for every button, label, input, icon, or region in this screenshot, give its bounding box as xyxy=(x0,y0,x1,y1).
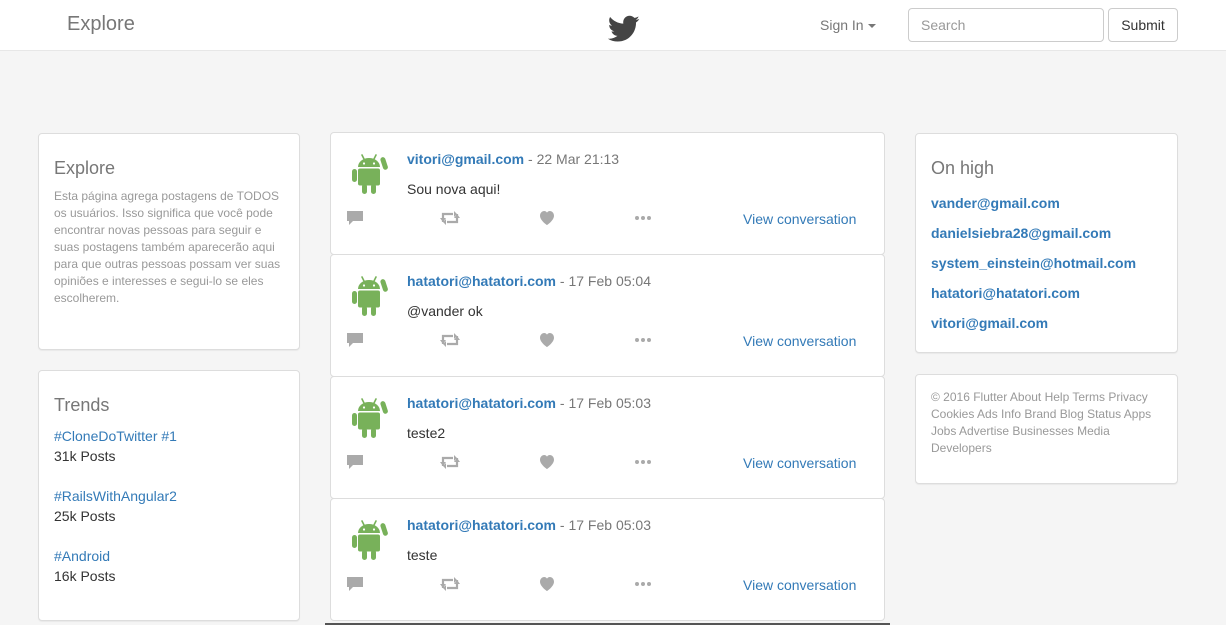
tweet-card: hatatori@hatatori.com - 17 Feb 05:03 tes… xyxy=(330,498,885,621)
android-avatar-icon[interactable] xyxy=(351,273,389,317)
tweet-text: teste xyxy=(407,547,438,563)
tweet-header: hatatori@hatatori.com - 17 Feb 05:03 xyxy=(407,517,651,533)
explore-title: Explore xyxy=(54,158,116,178)
on-high-user-link[interactable]: system_einstein@hotmail.com xyxy=(931,248,1162,278)
trend-list: #CloneDoTwitter #1 31k Posts #RailsWithA… xyxy=(54,426,284,586)
tweet-author-link[interactable]: hatatori@hatatori.com xyxy=(407,273,556,289)
on-high-user-link[interactable]: vander@gmail.com xyxy=(931,188,1162,218)
tweet-separator: - xyxy=(559,395,565,411)
tweet-text: teste2 xyxy=(407,425,446,441)
tweet-actions: View conversation xyxy=(345,330,875,350)
tweet-author-link[interactable]: vitori@gmail.com xyxy=(407,151,524,167)
android-avatar-icon[interactable] xyxy=(351,395,389,439)
reply-icon[interactable] xyxy=(345,574,365,594)
trend-item: #Android 16k Posts xyxy=(54,546,284,586)
tweet-author-link[interactable]: hatatori@hatatori.com xyxy=(407,395,556,411)
heart-icon[interactable] xyxy=(537,330,557,350)
tweet-text: @vander ok xyxy=(407,303,483,319)
footer-links[interactable]: © 2016 Flutter About Help Terms Privacy … xyxy=(931,389,1162,457)
tweet-card: vitori@gmail.com - 22 Mar 21:13 Sou nova… xyxy=(330,132,885,255)
tweet-header: hatatori@hatatori.com - 17 Feb 05:04 xyxy=(407,273,651,289)
tweet-timestamp: 17 Feb 05:03 xyxy=(568,395,651,411)
trend-item: #RailsWithAngular2 25k Posts xyxy=(54,486,284,526)
tweet-card: hatatori@hatatori.com - 17 Feb 05:03 tes… xyxy=(330,376,885,499)
sign-in-dropdown[interactable]: Sign In xyxy=(820,17,876,33)
tweet-header: hatatori@hatatori.com - 17 Feb 05:03 xyxy=(407,395,651,411)
tweet-separator: - xyxy=(528,151,533,167)
trend-post-count: 16k Posts xyxy=(54,568,116,584)
on-high-title: On high xyxy=(931,158,995,178)
reply-icon[interactable] xyxy=(345,452,365,472)
search-input[interactable] xyxy=(908,8,1104,42)
more-options-icon[interactable] xyxy=(633,330,653,350)
trend-post-count: 31k Posts xyxy=(54,448,116,464)
explore-panel: Explore Esta página agrega postagens de … xyxy=(38,133,300,350)
heart-icon[interactable] xyxy=(537,208,557,228)
heart-icon[interactable] xyxy=(537,452,557,472)
tweet-separator: - xyxy=(559,273,565,289)
reply-icon[interactable] xyxy=(345,208,365,228)
tweet-separator: - xyxy=(559,517,565,533)
view-conversation-link[interactable]: View conversation xyxy=(743,577,856,593)
on-high-panel: On high vander@gmail.com danielsiebra28@… xyxy=(915,133,1178,353)
twitter-bird-icon[interactable] xyxy=(608,15,640,43)
tweet-actions: View conversation xyxy=(345,452,875,472)
more-options-icon[interactable] xyxy=(633,208,653,228)
tweet-card: hatatori@hatatori.com - 17 Feb 05:04 @va… xyxy=(330,254,885,377)
trend-post-count: 25k Posts xyxy=(54,508,116,524)
on-high-user-list: vander@gmail.com danielsiebra28@gmail.co… xyxy=(931,188,1162,338)
reply-icon[interactable] xyxy=(345,330,365,350)
trend-tag-link[interactable]: #RailsWithAngular2 xyxy=(54,486,284,506)
retweet-icon[interactable] xyxy=(439,208,460,228)
trends-title: Trends xyxy=(54,395,110,415)
top-navbar: Explore Sign In Submit xyxy=(0,0,1226,51)
trend-tag-link[interactable]: #CloneDoTwitter #1 xyxy=(54,426,284,446)
view-conversation-link[interactable]: View conversation xyxy=(743,211,856,227)
more-options-icon[interactable] xyxy=(633,452,653,472)
retweet-icon[interactable] xyxy=(439,452,460,472)
trend-tag-link[interactable]: #Android xyxy=(54,546,284,566)
tweet-author-link[interactable]: hatatori@hatatori.com xyxy=(407,517,556,533)
on-high-user-link[interactable]: vitori@gmail.com xyxy=(931,308,1162,338)
trends-panel: Trends #CloneDoTwitter #1 31k Posts #Rai… xyxy=(38,370,300,621)
view-conversation-link[interactable]: View conversation xyxy=(743,455,856,471)
on-high-user-link[interactable]: hatatori@hatatori.com xyxy=(931,278,1162,308)
sign-in-label: Sign In xyxy=(820,17,864,33)
tweet-timestamp: 17 Feb 05:04 xyxy=(568,273,651,289)
caret-down-icon xyxy=(867,24,876,29)
brand-title[interactable]: Explore xyxy=(67,13,135,36)
retweet-icon[interactable] xyxy=(439,574,460,594)
explore-description: Esta página agrega postagens de TODOS os… xyxy=(54,189,281,305)
retweet-icon[interactable] xyxy=(439,330,460,350)
tweet-text: Sou nova aqui! xyxy=(407,181,501,197)
tweet-actions: View conversation xyxy=(345,208,875,228)
view-conversation-link[interactable]: View conversation xyxy=(743,333,856,349)
android-avatar-icon[interactable] xyxy=(351,517,389,561)
android-avatar-icon[interactable] xyxy=(351,151,389,195)
tweet-actions: View conversation xyxy=(345,574,875,594)
tweet-header: vitori@gmail.com - 22 Mar 21:13 xyxy=(407,151,619,167)
trend-item: #CloneDoTwitter #1 31k Posts xyxy=(54,426,284,466)
tweet-timestamp: 22 Mar 21:13 xyxy=(536,151,620,167)
heart-icon[interactable] xyxy=(537,574,557,594)
tweet-timestamp: 17 Feb 05:03 xyxy=(568,517,651,533)
more-options-icon[interactable] xyxy=(633,574,653,594)
footer-panel: © 2016 Flutter About Help Terms Privacy … xyxy=(915,374,1178,484)
on-high-user-link[interactable]: danielsiebra28@gmail.com xyxy=(931,218,1162,248)
submit-button[interactable]: Submit xyxy=(1108,8,1178,42)
